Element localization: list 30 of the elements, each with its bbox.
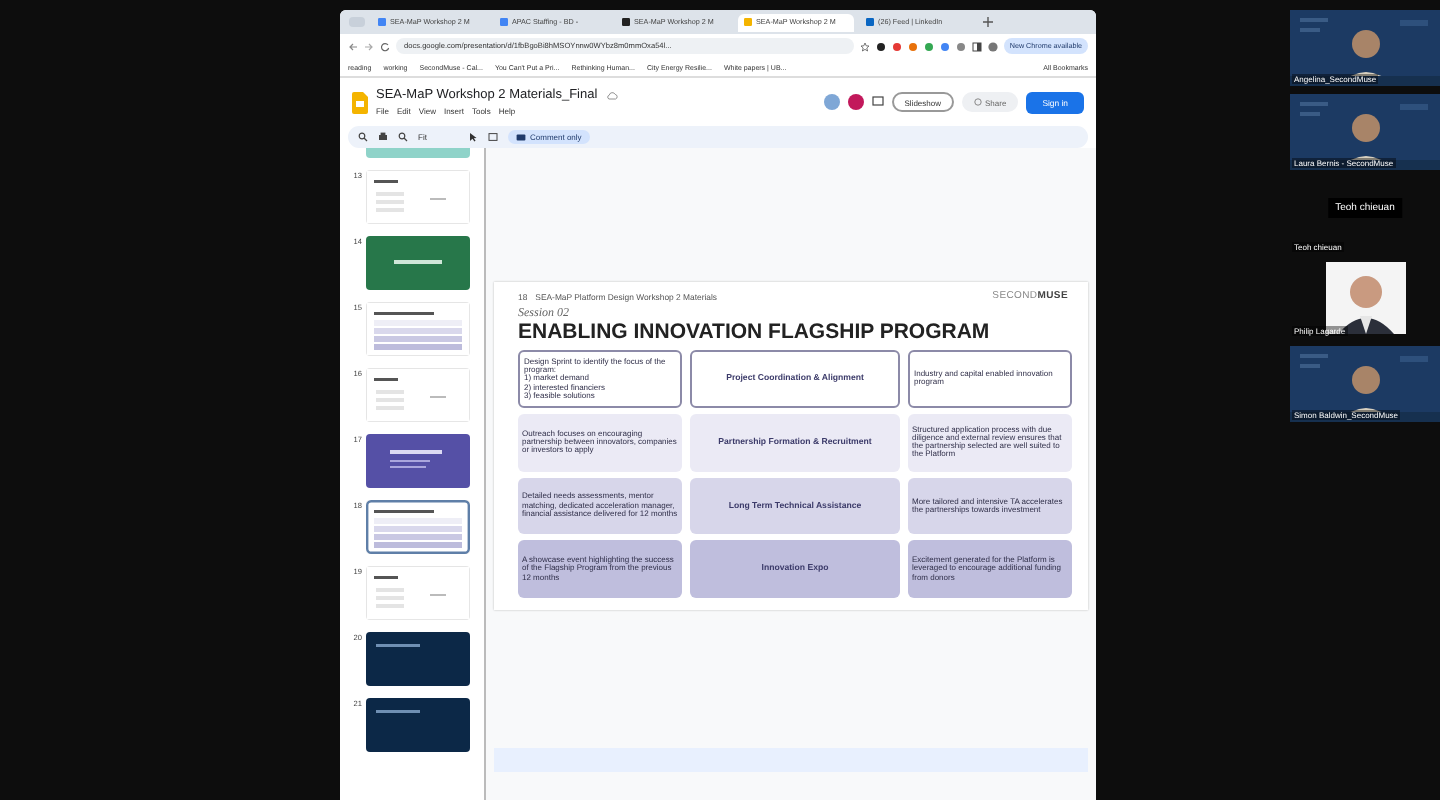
slide-thumbnail[interactable] (366, 500, 470, 554)
comments-icon[interactable] (872, 96, 885, 108)
image-icon[interactable] (488, 132, 498, 142)
slide-thumbnail[interactable] (366, 368, 470, 422)
slide-title: ENABLING INNOVATION FLAGSHIP PROGRAM (518, 320, 992, 344)
slide-thumbnail[interactable] (366, 302, 470, 356)
slide-thumbnail[interactable] (366, 170, 470, 224)
new-tab-icon[interactable] (982, 16, 994, 28)
bookmark-star-icon[interactable] (859, 41, 870, 51)
reload-icon[interactable] (380, 41, 390, 51)
search-icon[interactable] (358, 132, 368, 142)
cloud-icon (605, 91, 618, 99)
slide-thumbnail[interactable] (366, 698, 470, 752)
slide-thumbnail[interactable] (366, 434, 470, 488)
tab-favicon-icon (866, 18, 874, 26)
side-panel-icon[interactable] (971, 41, 982, 51)
slide-thumbnail[interactable] (366, 236, 470, 290)
tab-favicon-icon (744, 18, 752, 26)
profile-avatar-icon[interactable] (987, 41, 998, 51)
slide-thumbnail[interactable] (366, 632, 470, 686)
tab-favicon-icon (500, 18, 508, 26)
tab-favicon-icon (378, 18, 386, 26)
comment-icon (516, 133, 526, 141)
globe-icon (973, 98, 981, 106)
cursor-icon[interactable] (468, 132, 478, 142)
print-icon[interactable] (378, 132, 388, 142)
zoom-icon[interactable] (398, 132, 408, 142)
slide-thumbnail[interactable] (366, 566, 470, 620)
tab-favicon-icon (622, 18, 630, 26)
back-arrow-icon[interactable] (348, 41, 358, 51)
